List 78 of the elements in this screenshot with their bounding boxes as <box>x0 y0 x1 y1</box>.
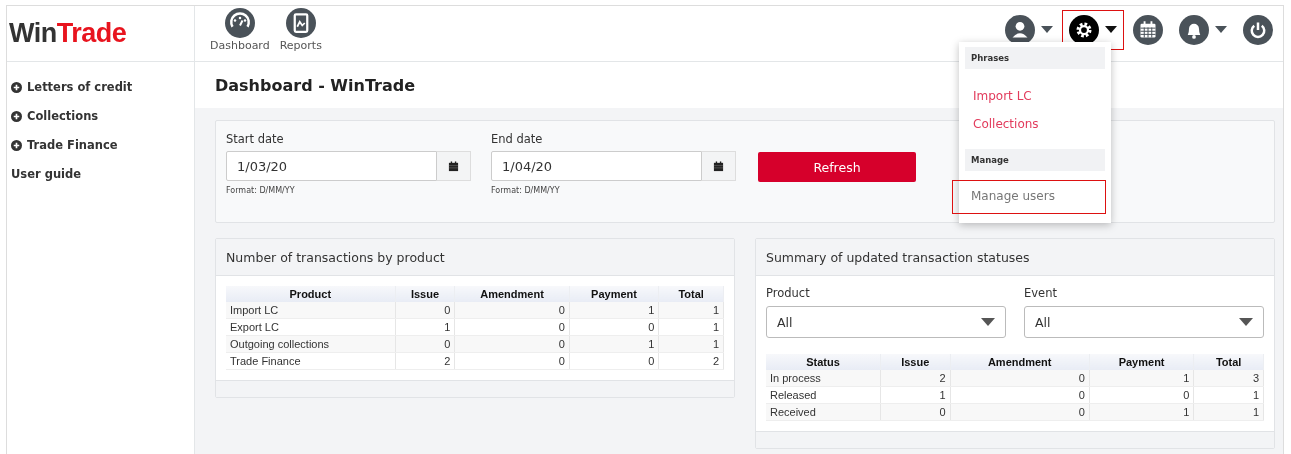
field-label: End date <box>491 132 544 146</box>
table-cell: Trade Finance <box>226 352 396 370</box>
column-header: Amendment <box>950 354 1090 370</box>
sidebar-item[interactable]: Trade Finance <box>11 138 194 152</box>
bell-icon <box>1179 15 1209 45</box>
table-cell: 1 <box>658 302 724 319</box>
table-cell: 1 <box>395 318 455 336</box>
page-title: Dashboard - WinTrade <box>215 75 416 95</box>
table-cell: 0 <box>454 318 570 336</box>
caret-icon <box>1041 26 1053 34</box>
table-cell: 0 <box>454 302 570 319</box>
table-cell: 2 <box>395 352 455 370</box>
calendar-button[interactable] <box>437 151 471 181</box>
table-cell: Import LC <box>226 302 396 319</box>
table-cell: 1 <box>569 302 659 319</box>
column-header: Payment <box>1089 354 1194 370</box>
plus-icon <box>11 81 22 93</box>
report-icon <box>285 8 316 38</box>
plus-icon <box>11 139 22 151</box>
table-cell: 2 <box>658 352 724 370</box>
format-hint: Format: D/MM/YY <box>491 186 561 195</box>
refresh-button[interactable]: Refresh <box>758 152 916 182</box>
power-icon <box>1243 15 1273 45</box>
table-cell: 1 <box>1089 370 1194 387</box>
calendar-icon <box>1133 15 1163 45</box>
nav-button[interactable]: Dashboard <box>210 8 270 52</box>
caret-icon <box>1105 26 1117 34</box>
column-header: Issue <box>880 354 951 370</box>
table-cell: 2 <box>880 370 951 387</box>
table-cell: 3 <box>1193 370 1264 387</box>
field-label: Event <box>1024 286 1058 300</box>
table-cell: 0 <box>569 318 659 336</box>
column-header: Total <box>1193 354 1264 370</box>
field-label: Product <box>766 286 811 300</box>
table-cell: 1 <box>1193 386 1264 404</box>
caret-icon <box>1215 26 1227 34</box>
table-cell: 0 <box>454 352 570 370</box>
menu-item[interactable]: Manage users <box>953 181 1105 213</box>
table-cell: 0 <box>950 370 1090 387</box>
table-cell: 0 <box>569 352 659 370</box>
logo: WinTrade <box>9 18 127 49</box>
select-field[interactable]: All <box>1024 306 1264 338</box>
sidebar-item[interactable]: Collections <box>11 109 194 123</box>
table-cell: In process <box>766 370 881 387</box>
table-cell: 0 <box>395 302 455 319</box>
menu-section-heading: Phrases <box>965 47 1105 69</box>
nav-button[interactable]: Reports <box>279 8 322 52</box>
format-hint: Format: D/MM/YY <box>226 186 296 195</box>
column-header: Amendment <box>454 286 570 302</box>
field-label: Start date <box>226 132 285 146</box>
table-cell: 1 <box>880 386 951 404</box>
sidebar-item[interactable]: Letters of credit <box>11 80 194 94</box>
calendar-icon <box>448 160 459 172</box>
gauge-icon <box>224 8 255 38</box>
column-header: Issue <box>395 286 455 302</box>
sidebar-item[interactable]: User guide <box>11 167 194 181</box>
menu-item[interactable]: Collections <box>969 115 1043 133</box>
table-cell: 0 <box>1089 386 1194 404</box>
calendar-button[interactable] <box>702 151 736 181</box>
column-header: Status <box>766 354 881 370</box>
panel-title: Number of transactions by product <box>226 249 445 265</box>
table-cell: 1 <box>658 318 724 336</box>
table-cell: Released <box>766 386 881 404</box>
plus-icon <box>11 110 22 122</box>
dropdown-arrow-icon <box>981 318 995 326</box>
date-field[interactable]: 1/03/20 <box>226 151 437 181</box>
dropdown-arrow-icon <box>1239 318 1253 326</box>
calendar-icon <box>713 160 724 172</box>
table-cell: 0 <box>950 386 1090 404</box>
menu-section-heading: Manage <box>965 149 1105 171</box>
column-header: Product <box>226 286 396 302</box>
table-cell: Export LC <box>226 318 396 336</box>
select-field[interactable]: All <box>766 306 1006 338</box>
menu-item[interactable]: Import LC <box>969 87 1036 105</box>
date-field[interactable]: 1/04/20 <box>491 151 702 181</box>
panel-title: Summary of updated transaction statuses <box>766 249 1030 265</box>
column-header: Payment <box>569 286 659 302</box>
column-header: Total <box>658 286 724 302</box>
